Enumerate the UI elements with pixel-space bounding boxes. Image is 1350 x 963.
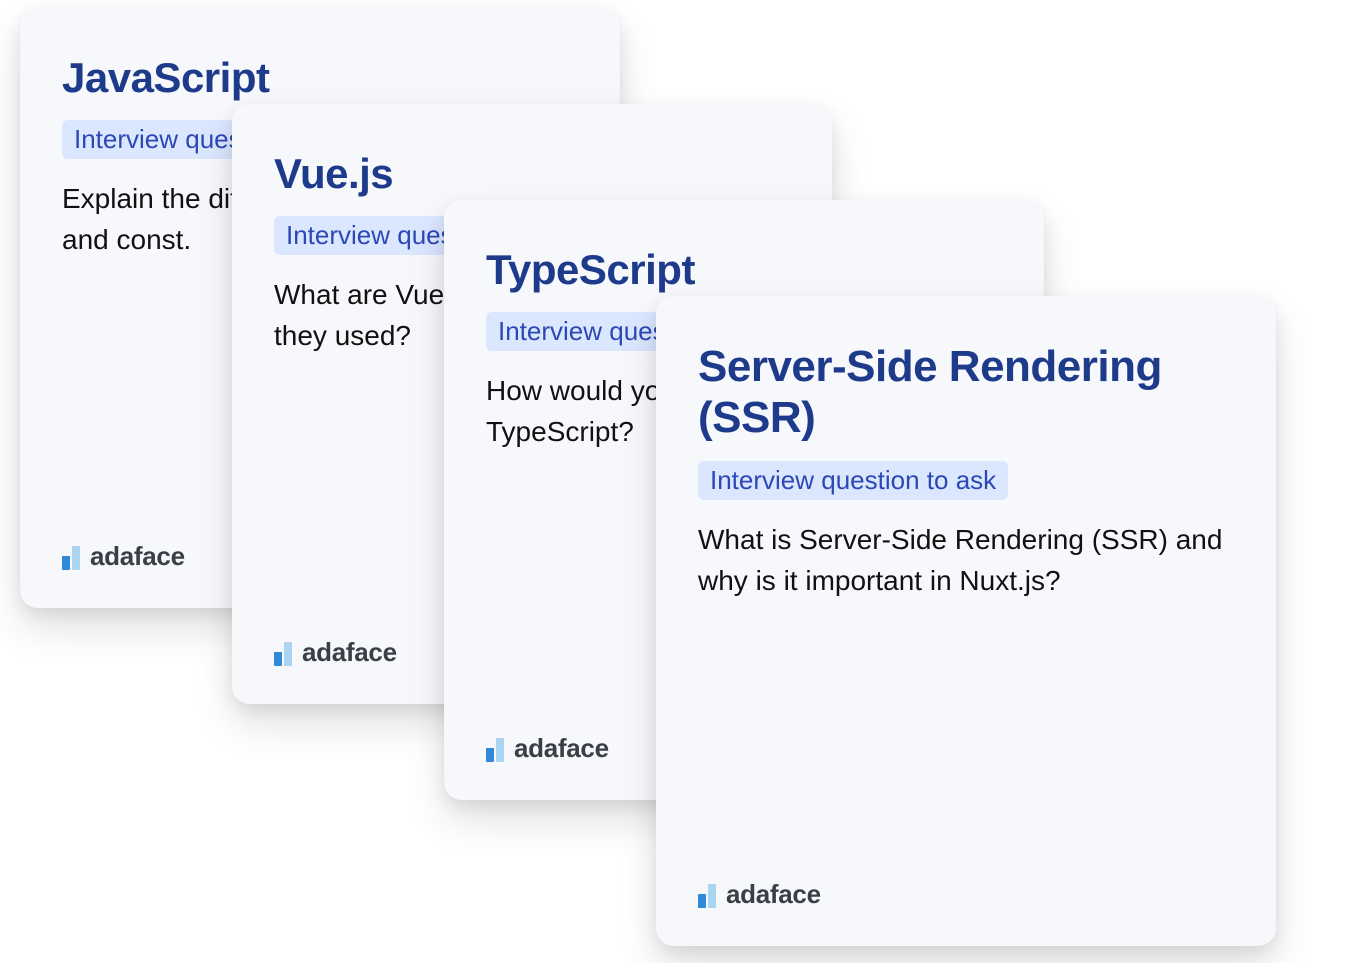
card-title: JavaScript bbox=[62, 54, 578, 102]
card-question: What is Server-Side Rendering (SSR) and … bbox=[698, 520, 1234, 849]
brand-text: adaface bbox=[726, 879, 821, 910]
brand: adaface bbox=[698, 849, 1234, 910]
card-title: Vue.js bbox=[274, 150, 790, 198]
card-title: Server-Side Rendering (SSR) bbox=[698, 342, 1234, 443]
brand-text: adaface bbox=[514, 733, 609, 764]
card-title: TypeScript bbox=[486, 246, 1002, 294]
card-badge: Interview question to ask bbox=[698, 461, 1008, 500]
brand-text: adaface bbox=[90, 541, 185, 572]
brand-text: adaface bbox=[302, 637, 397, 668]
adaface-logo-icon bbox=[274, 640, 292, 666]
adaface-logo-icon bbox=[698, 882, 716, 908]
adaface-logo-icon bbox=[486, 736, 504, 762]
adaface-logo-icon bbox=[62, 544, 80, 570]
interview-card-ssr: Server-Side Rendering (SSR) Interview qu… bbox=[656, 296, 1276, 946]
